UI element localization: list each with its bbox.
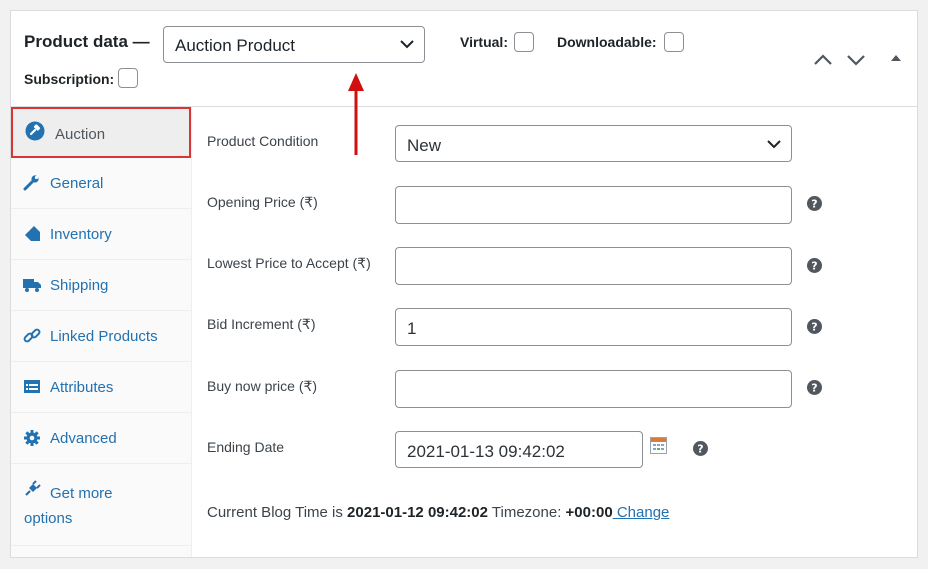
tab-label: Auction: [55, 126, 106, 143]
tab-label: Get more options: [24, 485, 113, 527]
downloadable-label: Downloadable:: [557, 34, 657, 50]
tab-label: Attributes: [50, 379, 114, 396]
tab-label: Linked Products: [50, 328, 158, 345]
product-data-header: Product data — Auction Product Virtual: …: [11, 11, 917, 107]
ending-date-label: Ending Date: [207, 439, 285, 455]
product-condition-label: Product Condition: [207, 133, 319, 149]
product-type-value: Auction Product: [175, 36, 296, 55]
lowest-price-label: Lowest Price to Accept (₹): [207, 255, 371, 271]
subscription-checkbox[interactable]: [118, 68, 138, 88]
product-type-select[interactable]: Auction Product: [163, 26, 425, 63]
chevron-down-icon: [767, 139, 781, 149]
product-condition-select[interactable]: New: [395, 125, 792, 162]
buy-now-price-input[interactable]: [395, 370, 792, 408]
tab-label: Shipping: [50, 277, 109, 294]
help-icon[interactable]: ?: [693, 441, 708, 456]
wrench-icon: [23, 174, 41, 192]
product-data-tabs: Auction General Inventory Shipping Linke: [11, 107, 192, 557]
tab-label: General: [50, 175, 104, 192]
opening-price-input[interactable]: [395, 186, 792, 224]
help-icon[interactable]: ?: [807, 196, 822, 211]
move-down-button[interactable]: [847, 54, 865, 66]
gear-icon: [23, 429, 41, 447]
truck-icon: [23, 276, 41, 294]
help-icon[interactable]: ?: [807, 319, 822, 334]
chevron-down-icon: [400, 39, 414, 49]
help-icon[interactable]: ?: [807, 380, 822, 395]
svg-text:?: ?: [811, 260, 817, 273]
subscription-label: Subscription:: [24, 71, 115, 87]
blog-time-prefix: Current Blog Time is: [207, 504, 348, 521]
virtual-label: Virtual:: [460, 34, 508, 50]
annotation-arrow: [347, 71, 365, 155]
product-data-title: Product data —: [24, 32, 150, 51]
ending-date-value: 2021-01-13 09:42:02: [407, 442, 565, 461]
svg-text:?: ?: [811, 321, 817, 334]
timezone-value: +00:00: [565, 504, 613, 521]
toggle-panel-button[interactable]: [890, 54, 902, 62]
tab-general[interactable]: General: [11, 158, 191, 209]
change-timezone-link[interactable]: Change: [613, 504, 670, 521]
auction-gavel-icon: [25, 121, 45, 141]
tab-label: Advanced: [50, 430, 117, 447]
help-icon[interactable]: ?: [807, 258, 822, 273]
buy-now-price-label: Buy now price (₹): [207, 378, 318, 394]
product-data-panel: Product data — Auction Product Virtual: …: [10, 10, 918, 558]
tab-label: Inventory: [50, 226, 112, 243]
opening-price-label: Opening Price (₹): [207, 194, 318, 210]
tab-advanced[interactable]: Advanced: [11, 413, 191, 464]
current-blog-time: Current Blog Time is 2021-01-12 09:42:02…: [207, 504, 669, 521]
tab-linked-products[interactable]: Linked Products: [11, 311, 191, 362]
list-icon: [23, 378, 41, 396]
virtual-checkbox[interactable]: [514, 32, 534, 52]
tag-icon: [23, 225, 41, 243]
tab-inventory[interactable]: Inventory: [11, 209, 191, 260]
link-icon: [23, 327, 41, 345]
svg-text:?: ?: [811, 382, 817, 395]
tab-auction[interactable]: Auction: [11, 107, 191, 158]
tab-shipping[interactable]: Shipping: [11, 260, 191, 311]
move-up-button[interactable]: [814, 54, 832, 66]
timezone-label: Timezone:: [488, 504, 566, 521]
calendar-icon[interactable]: [650, 437, 667, 454]
blog-time-value: 2021-01-12 09:42:02: [347, 504, 488, 521]
svg-text:?: ?: [811, 198, 817, 211]
lowest-price-input[interactable]: [395, 247, 792, 285]
bid-increment-label: Bid Increment (₹): [207, 316, 316, 332]
bid-increment-value: 1: [407, 319, 417, 338]
product-condition-value: New: [407, 136, 442, 155]
downloadable-checkbox[interactable]: [664, 32, 684, 52]
tab-attributes[interactable]: Attributes: [11, 362, 191, 413]
svg-text:?: ?: [697, 443, 703, 456]
ending-date-input[interactable]: 2021-01-13 09:42:02: [395, 431, 643, 468]
bid-increment-input[interactable]: 1: [395, 308, 792, 346]
tab-get-more-options[interactable]: Get more options: [11, 464, 191, 546]
